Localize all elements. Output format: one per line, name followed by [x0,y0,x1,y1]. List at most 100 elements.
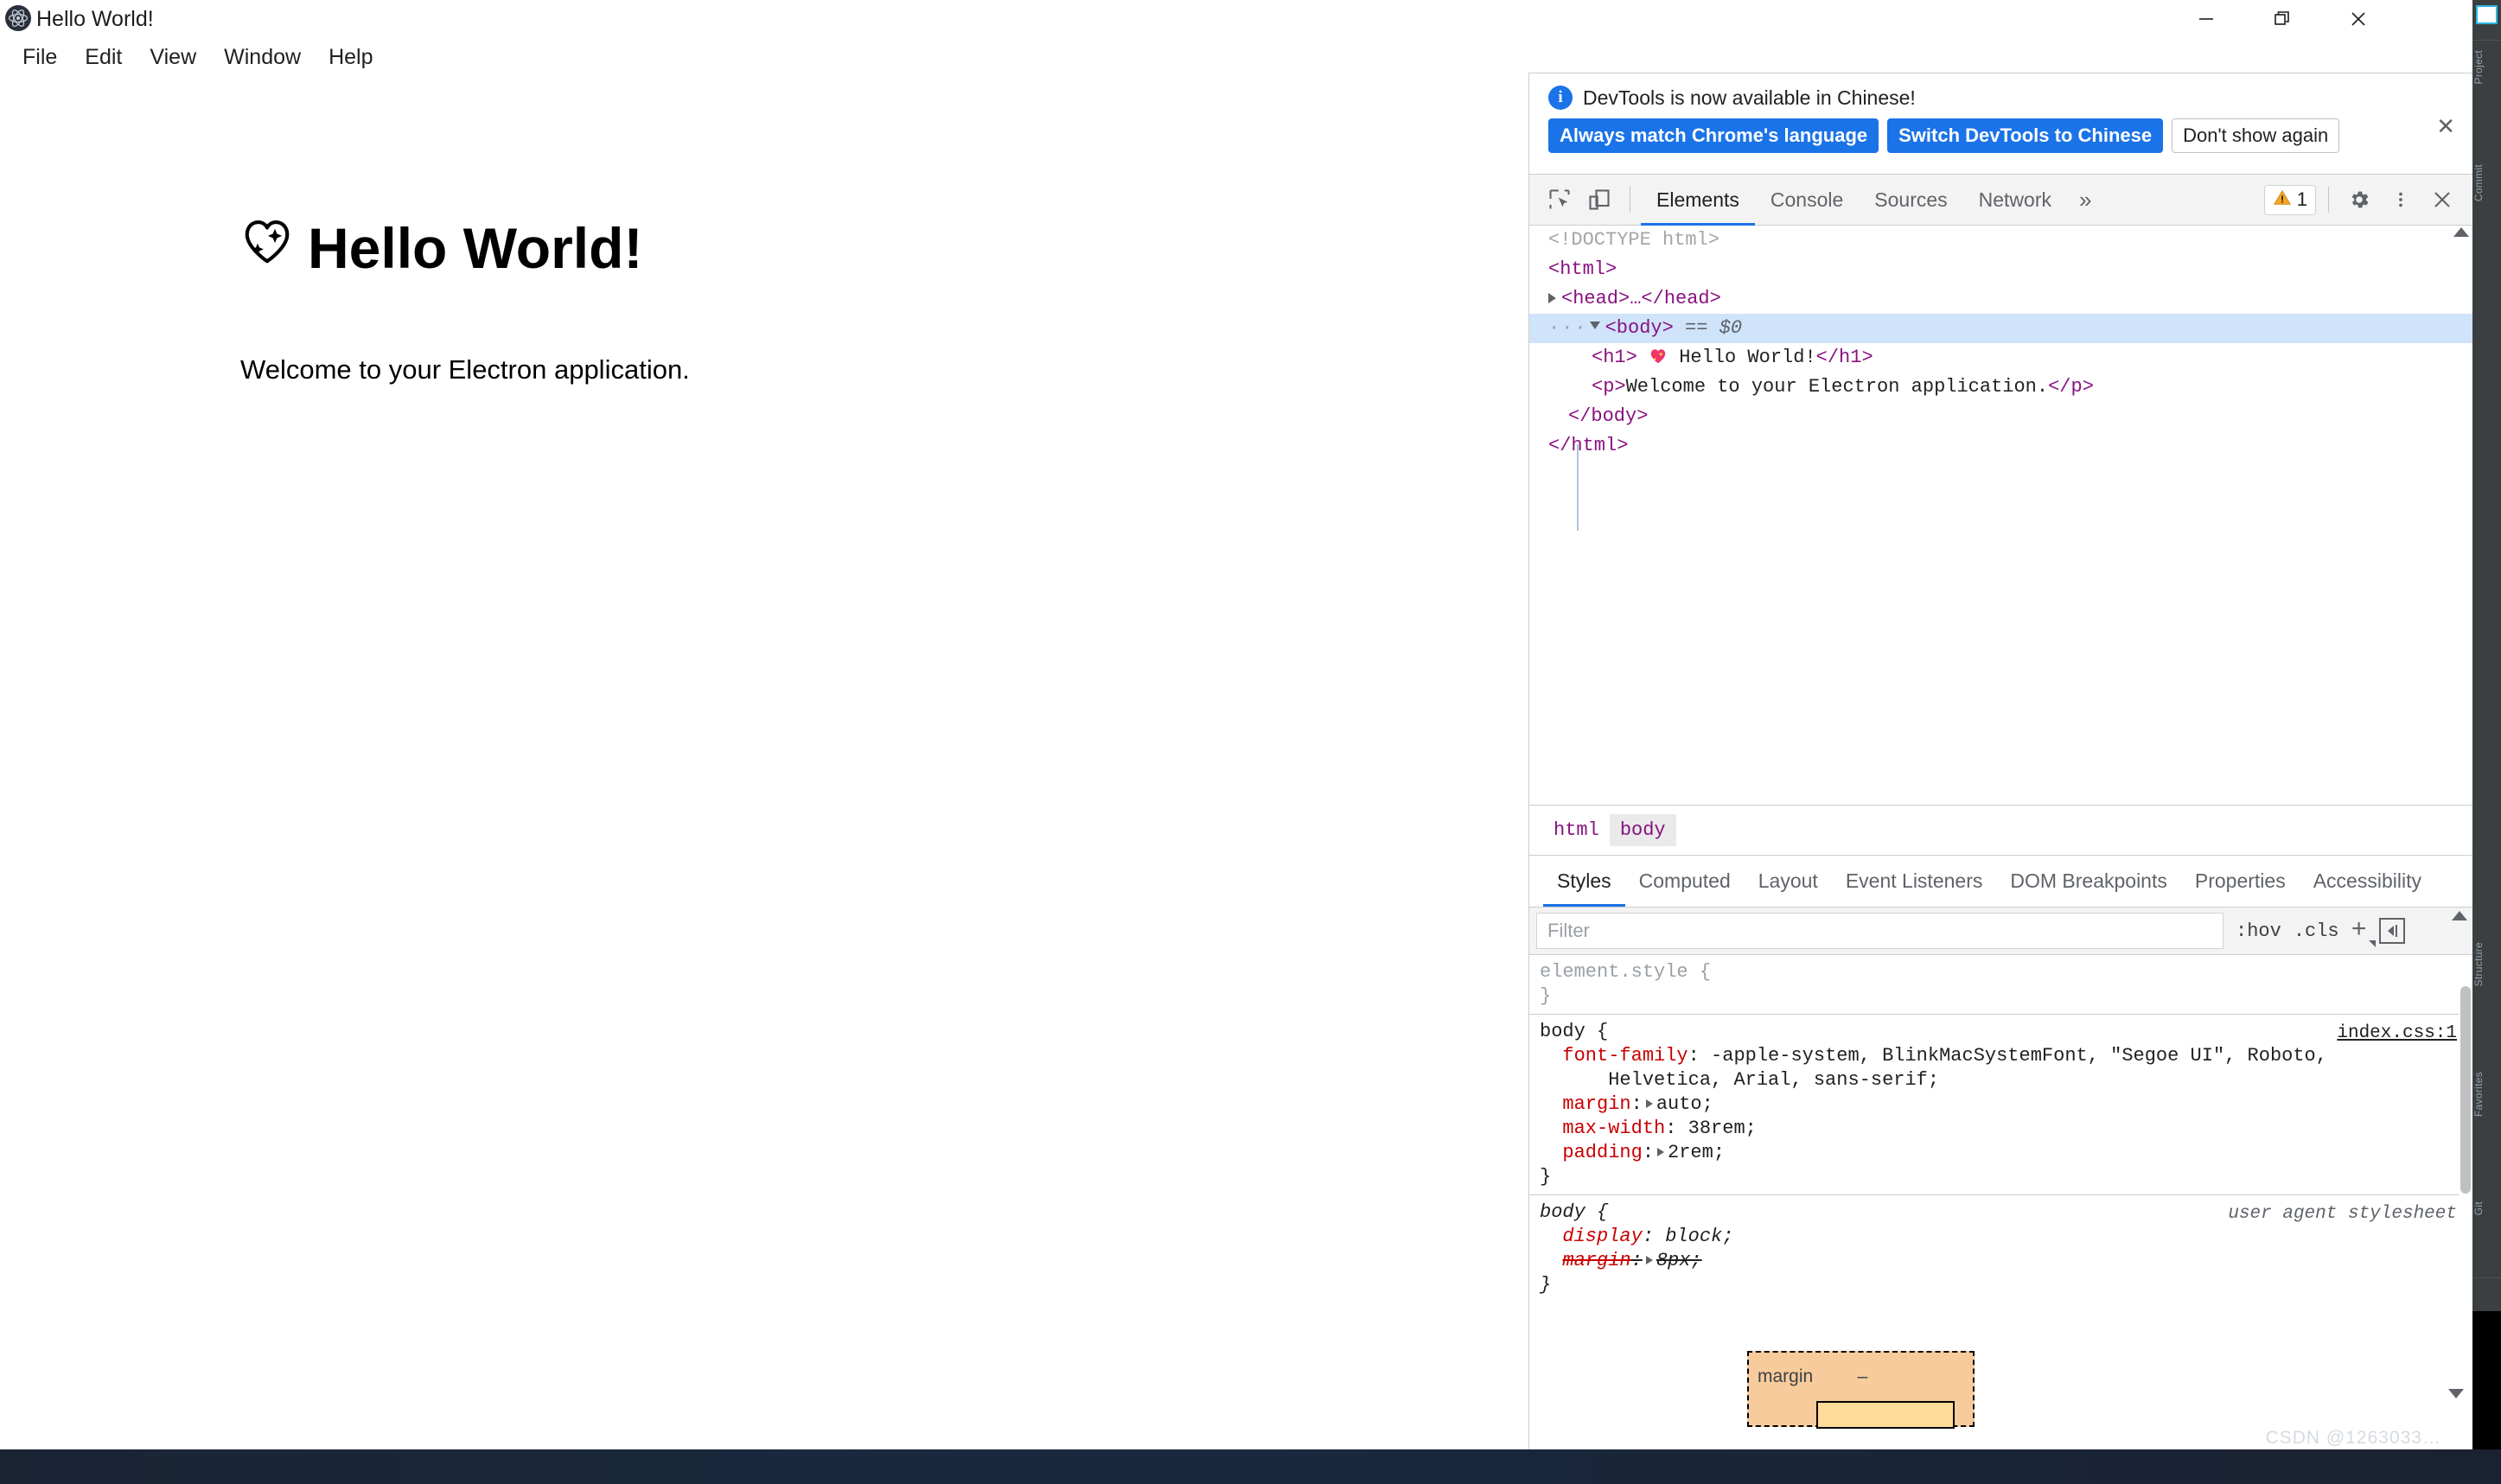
css-value-font-family[interactable]: -apple-system, BlinkMacSystemFont, "Sego… [1711,1045,2327,1067]
css-selector[interactable]: element.style [1540,961,1688,983]
expand-shorthand-icon[interactable] [1645,1099,1653,1109]
gear-icon[interactable] [2341,182,2377,218]
dom-node-html-close[interactable]: </html> [1529,431,2472,461]
expand-triangle-icon[interactable] [1548,293,1556,304]
dom-node-p[interactable]: <p>Welcome to your Electron application.… [1529,373,2472,402]
breadcrumb: html body [1529,805,2472,855]
box-model-margin-box[interactable]: margin – [1747,1351,1976,1429]
tab-console[interactable]: Console [1755,175,1859,226]
tab-accessibility[interactable]: Accessibility [2300,856,2435,907]
maximize-restore-button[interactable] [2244,0,2320,38]
css-rule-body-index[interactable]: index.css:1 body { font-family: -apple-s… [1529,1015,2472,1195]
new-style-rule-button[interactable]: + [2351,916,2376,947]
dom-node-html-open[interactable]: <html> [1529,255,2472,284]
inspect-element-icon[interactable] [1540,180,1579,220]
warning-badge[interactable]: 1 [2263,184,2316,215]
dont-show-again-button[interactable]: Don't show again [2172,118,2340,153]
css-property-margin[interactable]: margin [1562,1250,1630,1271]
css-property-font-family[interactable]: font-family [1562,1045,1688,1067]
breadcrumb-item-html[interactable]: html [1543,814,1610,846]
menu-item-view[interactable]: View [137,43,208,72]
tab-event-listeners[interactable]: Event Listeners [1832,856,1997,907]
brace-open: { [1585,1201,1609,1223]
warning-triangle-icon [2273,188,2292,212]
css-property-max-width[interactable]: max-width [1562,1118,1665,1139]
css-rule-element-style[interactable]: element.style { } [1529,955,2472,1015]
css-value-margin[interactable]: auto; [1656,1093,1713,1115]
expand-shorthand-icon[interactable] [1657,1148,1665,1157]
chevron-down-icon [2368,940,2376,947]
brace-close: } [1540,985,1552,1007]
css-rules-scrollbar-thumb[interactable] [2460,986,2471,1194]
ide-tool-button-favorites[interactable]: Favorites [2472,1072,2501,1119]
switch-to-chinese-button[interactable]: Switch DevTools to Chinese [1887,118,2164,153]
tab-dom-breakpoints[interactable]: DOM Breakpoints [1996,856,2181,907]
ide-divider [2472,1277,2501,1278]
styles-filter-input[interactable]: Filter [1536,913,2223,949]
scroll-down-arrow[interactable] [2448,1389,2464,1398]
tab-sources[interactable]: Sources [1859,175,1962,226]
class-editor-button[interactable]: .cls [2294,920,2339,942]
tab-computed[interactable]: Computed [1625,856,1745,907]
css-value-display[interactable]: block; [1665,1226,1733,1247]
box-model-border-box[interactable] [1816,1401,1955,1429]
ide-label-commit: Commit [2472,164,2485,202]
dom-node-body-open[interactable]: ··· <body> == $0 [1529,314,2472,343]
menu-item-edit[interactable]: Edit [73,43,134,72]
box-model-margin-top-value[interactable]: – [1749,1366,1976,1387]
css-property-margin[interactable]: margin [1562,1093,1630,1115]
ide-label-git: Git [2472,1201,2485,1216]
expand-shorthand-icon[interactable] [1645,1256,1653,1265]
close-icon[interactable]: ✕ [2436,115,2455,137]
stylesheet-origin-label: user agent stylesheet [2228,1204,2457,1224]
ide-label-favorites: Favorites [2472,1072,2485,1118]
css-rules-list[interactable]: element.style { } index.css:1 body { fon… [1529,955,2472,1297]
css-property-display[interactable]: display [1562,1226,1642,1247]
menu-item-help[interactable]: Help [316,43,385,72]
device-toolbar-icon[interactable] [1579,180,1619,220]
dom-node-body-close[interactable]: </body> [1529,402,2472,431]
always-match-language-button[interactable]: Always match Chrome's language [1548,118,1879,153]
tab-elements[interactable]: Elements [1641,175,1755,226]
watermark: CSDN @1263033… [2265,1428,2441,1448]
stylesheet-origin-link[interactable]: index.css:1 [2337,1022,2457,1046]
page-heading-text: Hello World! [308,215,643,280]
css-rule-body-user-agent[interactable]: user agent stylesheet body { display: bl… [1529,1195,2472,1297]
styles-scroll-up-arrow[interactable] [2452,911,2467,920]
colon: : [1688,1045,1712,1067]
minimize-button[interactable] [2168,0,2244,38]
tab-properties[interactable]: Properties [2181,856,2300,907]
css-value-padding[interactable]: 2rem; [1668,1142,1725,1163]
ide-tool-button-git[interactable]: Git [2472,1201,2501,1218]
menu-item-window[interactable]: Window [212,43,313,72]
dom-node-doctype[interactable]: <!DOCTYPE html> [1529,226,2472,255]
plus-icon: + [2351,916,2367,946]
ide-tool-button-structure[interactable]: Structure [2472,942,2501,989]
dom-node-head[interactable]: <head>…</head> [1529,284,2472,314]
sidebar-toggle-icon[interactable] [2378,918,2405,944]
css-property-padding[interactable]: padding [1562,1142,1642,1163]
ide-tool-button-project[interactable]: Project [2472,50,2501,86]
css-value-max-width[interactable]: 38rem; [1688,1118,1757,1139]
hover-state-button[interactable]: :hov [2236,920,2281,942]
ide-divider [2472,40,2501,41]
menu-item-file[interactable]: File [10,43,69,72]
dom-node-h1[interactable]: <h1> Hello World!</h1> [1529,343,2472,373]
tab-styles[interactable]: Styles [1543,856,1625,907]
css-rules-scrollbar[interactable] [2459,955,2472,1297]
ide-label-project: Project [2472,50,2485,85]
close-button[interactable] [2320,0,2396,38]
collapse-triangle-icon[interactable] [1589,321,1600,334]
css-value-margin[interactable]: 8px; [1656,1250,1702,1271]
breadcrumb-item-body[interactable]: body [1609,814,1676,846]
kebab-menu-icon[interactable] [2383,182,2419,218]
css-selector[interactable]: body [1540,1021,1585,1042]
css-value-font-family-cont[interactable]: Helvetica, Arial, sans-serif; [1608,1069,1939,1091]
ide-tool-button-commit[interactable]: Commit [2472,164,2501,204]
more-tabs-icon[interactable]: » [2067,175,2103,226]
css-selector[interactable]: body [1540,1201,1585,1223]
tab-network[interactable]: Network [1963,175,2067,226]
close-devtools-icon[interactable] [2424,182,2460,218]
dom-tree[interactable]: <!DOCTYPE html> <html> <head>…</head> ··… [1529,226,2472,805]
tab-layout[interactable]: Layout [1745,856,1832,907]
